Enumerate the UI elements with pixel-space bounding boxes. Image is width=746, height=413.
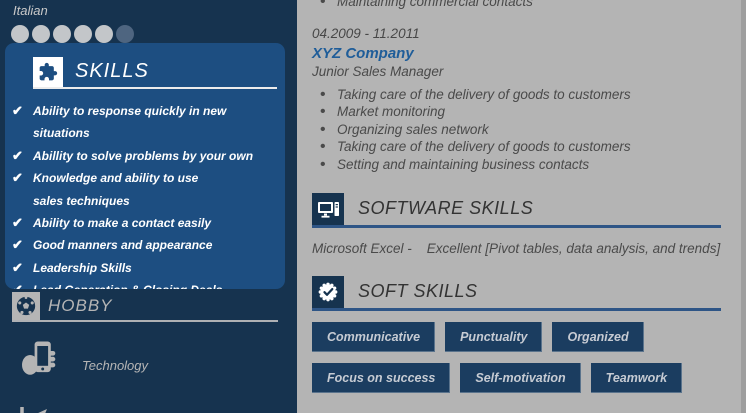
skill-item: Abillity to solve problems by your own bbox=[10, 145, 281, 168]
soft-skills-header: SOFT SKILLS bbox=[312, 276, 721, 311]
rating-dot bbox=[11, 25, 29, 43]
growth-chart-icon bbox=[18, 407, 54, 413]
rating-dot bbox=[53, 25, 71, 43]
hobby-label: Technology bbox=[82, 358, 149, 373]
software-skill-entry: Microsoft Excel - Excellent [Pivot table… bbox=[312, 241, 721, 256]
job-bullet: Taking care of the delivery of goods to … bbox=[312, 138, 721, 156]
skill-item: Lead Generation & Closing Deals bbox=[10, 279, 281, 289]
soft-skill-badge: Punctuality bbox=[445, 322, 543, 352]
software-name: Microsoft Excel - bbox=[312, 241, 412, 256]
job-bullet: Setting and maintaining business contact… bbox=[312, 156, 721, 174]
rating-dot bbox=[116, 25, 134, 43]
sidebar: Italian SKILLS Ability to response quick… bbox=[0, 0, 297, 413]
rating-dot bbox=[74, 25, 92, 43]
skills-list: Ability to response quickly in new situa… bbox=[10, 100, 281, 289]
puzzle-icon bbox=[33, 57, 63, 87]
check-seal-icon bbox=[312, 276, 344, 308]
skill-item: Ability to response quickly in new situa… bbox=[10, 100, 281, 145]
cv-page: Italian SKILLS Ability to response quick… bbox=[0, 0, 746, 413]
skill-item: Leadership Skills bbox=[10, 257, 281, 280]
job-bullets: Taking care of the delivery of goods to … bbox=[312, 86, 721, 174]
previous-job-bullets: Maintaining commercial contacts bbox=[312, 0, 721, 11]
software-level: Excellent [Pivot tables, data analysis, … bbox=[426, 241, 721, 256]
job-company: XYZ Company bbox=[312, 44, 414, 62]
skills-panel: SKILLS Ability to response quickly in ne… bbox=[5, 43, 285, 289]
language-rating bbox=[11, 25, 297, 43]
hobby-item-technology: Technology bbox=[22, 339, 297, 392]
job-bullet: Maintaining commercial contacts bbox=[312, 0, 721, 11]
skill-item: Ability to make a contact easily bbox=[10, 212, 281, 235]
software-skills-title: SOFTWARE SKILLS bbox=[358, 198, 534, 218]
window-edge bbox=[741, 0, 746, 413]
skills-title: SKILLS bbox=[75, 60, 149, 82]
hobby-section: HOBBY Technology bbox=[0, 292, 297, 413]
skills-header: SKILLS bbox=[33, 57, 277, 89]
job-bullet: Organizing sales network bbox=[312, 121, 721, 139]
job-bullet: Taking care of the delivery of goods to … bbox=[312, 86, 721, 104]
soft-skill-badge: Teamwork bbox=[590, 363, 683, 393]
soft-skills-title: SOFT SKILLS bbox=[358, 281, 478, 301]
soccer-ball-icon bbox=[12, 292, 40, 320]
hobby-title: HOBBY bbox=[48, 296, 113, 315]
hobby-header: HOBBY bbox=[12, 292, 278, 322]
rating-dot bbox=[95, 25, 113, 43]
soft-skill-badges: Communicative Punctuality Organized Focus o… bbox=[312, 322, 694, 393]
rating-dot bbox=[32, 25, 50, 43]
job-bullet: Market monitoring bbox=[312, 103, 721, 121]
language-entry: Italian bbox=[0, 0, 297, 43]
hobby-item-partial bbox=[18, 407, 297, 413]
phone-in-hand-icon bbox=[22, 339, 58, 392]
skill-item: Knowledge and ability to use sales techn… bbox=[10, 167, 225, 212]
soft-skill-badge: Communicative bbox=[312, 322, 436, 352]
soft-skill-badge: Organized bbox=[552, 322, 644, 352]
language-name: Italian bbox=[13, 3, 48, 18]
software-skills-section: SOFTWARE SKILLS Microsoft Excel - Excell… bbox=[312, 193, 721, 256]
job-entry: 04.2009 - 11.2011 XYZ Company Junior Sal… bbox=[312, 26, 721, 174]
job-role: Junior Sales Manager bbox=[312, 63, 444, 79]
skill-item: Good manners and appearance bbox=[10, 234, 281, 257]
soft-skill-badge: Self-motivation bbox=[460, 363, 581, 393]
soft-skill-badge: Focus on success bbox=[312, 363, 451, 393]
job-dates: 04.2009 - 11.2011 bbox=[312, 25, 420, 41]
soft-skills-section: SOFT SKILLS Communicative Punctuality Orga… bbox=[312, 276, 721, 393]
main-content: Maintaining commercial contacts 04.2009 … bbox=[297, 0, 741, 413]
computer-icon bbox=[312, 193, 344, 225]
software-skills-header: SOFTWARE SKILLS bbox=[312, 193, 721, 228]
